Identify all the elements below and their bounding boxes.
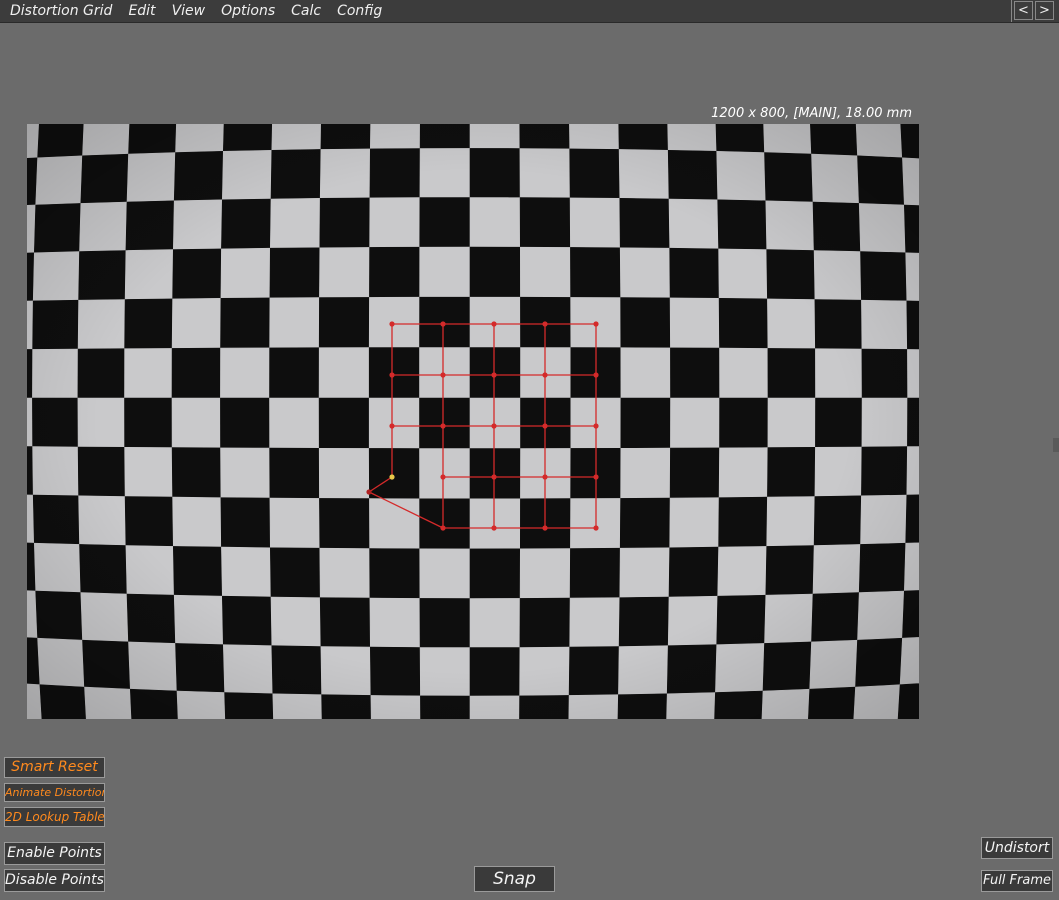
grid-point[interactable] (542, 423, 548, 429)
grid-point[interactable] (542, 321, 548, 327)
grid-point[interactable] (542, 474, 548, 480)
grid-point[interactable] (491, 525, 497, 531)
grid-point[interactable] (389, 423, 395, 429)
grid-point[interactable] (491, 372, 497, 378)
undistort-button[interactable]: Undistort (981, 837, 1053, 859)
side-panel-handle[interactable] (1053, 438, 1059, 452)
grid-point[interactable] (389, 372, 395, 378)
menu-view[interactable]: View (164, 0, 214, 22)
grid-point[interactable] (440, 372, 446, 378)
next-button[interactable]: > (1035, 1, 1054, 20)
viewport-info-label: 1200 x 800, [MAIN], 18.00 mm (711, 106, 912, 121)
vignette (27, 124, 919, 719)
smart-reset-button[interactable]: Smart Reset (4, 757, 105, 778)
menu-calc[interactable]: Calc (283, 0, 329, 22)
grid-point[interactable] (389, 321, 395, 327)
grid-point[interactable] (440, 474, 446, 480)
grid-point-selected[interactable] (389, 474, 395, 480)
grid-point[interactable] (440, 321, 446, 327)
grid-point[interactable] (593, 525, 599, 531)
grid-point[interactable] (593, 321, 599, 327)
grid-point[interactable] (491, 321, 497, 327)
full-frame-button[interactable]: Full Frame (981, 870, 1053, 892)
grid-point[interactable] (593, 474, 599, 480)
grid-point[interactable] (542, 372, 548, 378)
menu-distortion-grid[interactable]: Distortion Grid (0, 0, 120, 22)
menu-edit[interactable]: Edit (120, 0, 163, 22)
grid-point[interactable] (593, 423, 599, 429)
checkerboard-canvas[interactable] (27, 124, 919, 719)
grid-point[interactable] (593, 372, 599, 378)
image-viewport[interactable] (27, 124, 919, 719)
grid-point-displaced[interactable] (366, 489, 372, 495)
grid-point[interactable] (440, 525, 446, 531)
enable-points-button[interactable]: Enable Points (4, 842, 105, 865)
grid-point[interactable] (491, 474, 497, 480)
prev-button[interactable]: < (1014, 1, 1033, 20)
grid-point[interactable] (491, 423, 497, 429)
grid-point[interactable] (440, 423, 446, 429)
menu-bar: Distortion Grid Edit View Options Calc Config… (0, 0, 1059, 23)
menu-config[interactable]: Config (329, 0, 390, 22)
lookup-table-button[interactable]: 2D Lookup Table (4, 807, 105, 827)
menu-options[interactable]: Options (213, 0, 283, 22)
grid-point[interactable] (542, 525, 548, 531)
snap-button[interactable]: Snap (474, 866, 555, 892)
menu-list: Distortion Grid Edit View Options Calc Config (0, 0, 1012, 22)
animate-distortion-button[interactable]: Animate Distortion (4, 783, 105, 802)
disable-points-button[interactable]: Disable Points (4, 869, 105, 892)
